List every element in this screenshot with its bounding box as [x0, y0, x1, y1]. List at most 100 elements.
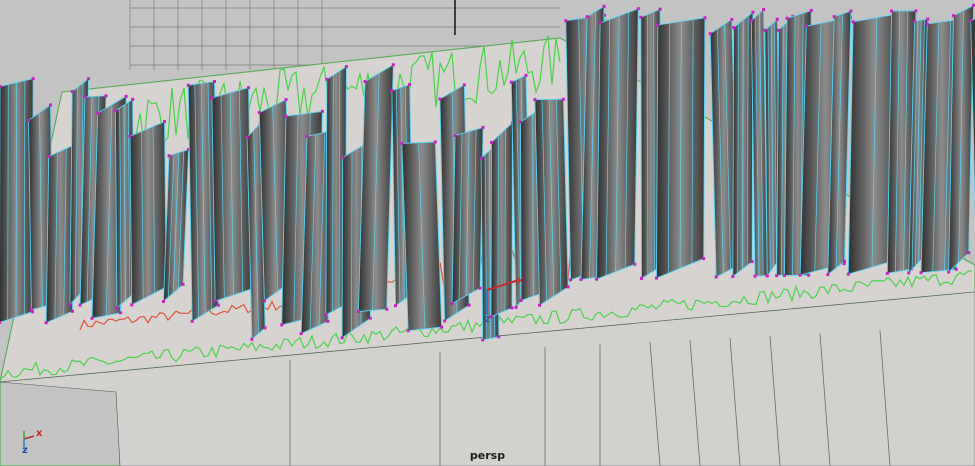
mesh-vertex: [78, 303, 82, 307]
mesh-vertex: [497, 335, 501, 339]
mesh-vertex: [533, 98, 537, 102]
mesh-vertex: [777, 28, 781, 32]
mesh-slab: [129, 120, 167, 306]
mesh-vertex: [919, 271, 923, 275]
mesh-vertex: [390, 89, 394, 93]
mesh-vertex: [400, 141, 404, 145]
mesh-vertex: [751, 10, 755, 14]
mesh-vertex: [257, 111, 261, 115]
mesh-vertex: [826, 273, 830, 277]
mesh-vertex: [907, 271, 911, 275]
mesh-vertex: [765, 274, 769, 278]
mesh-vertex: [86, 77, 90, 81]
mesh-vertex: [509, 80, 513, 84]
mesh-vertex: [406, 329, 410, 333]
axis-gizmo-x-label: x: [36, 428, 43, 439]
mesh-vertex: [510, 306, 514, 310]
mesh-vertex: [0, 84, 2, 88]
mesh-vertex: [70, 89, 74, 93]
mesh-vertex: [832, 15, 836, 19]
mesh-vertex: [438, 97, 442, 101]
mesh-vertex: [481, 338, 485, 342]
mesh-vertex: [602, 4, 606, 8]
mesh-vertex: [284, 98, 288, 102]
mesh-vertex: [391, 63, 395, 67]
mesh-vertex: [708, 32, 712, 36]
mesh-vertex: [31, 77, 35, 81]
mesh-vertex: [83, 95, 87, 99]
mesh-vertex: [284, 114, 288, 118]
mesh-vertex: [450, 302, 454, 306]
mesh-vertex: [579, 277, 583, 281]
mesh-vertex: [29, 308, 33, 312]
mesh-vertex: [462, 83, 466, 87]
mesh-vertex: [124, 94, 128, 98]
mesh-vertex: [849, 9, 853, 13]
mesh-vertex: [730, 17, 734, 21]
mesh-vertex: [636, 7, 640, 11]
mesh-vertex: [598, 21, 602, 25]
mesh-vertex: [167, 154, 171, 158]
mesh-vertex: [190, 319, 194, 323]
mesh-vertex: [280, 323, 284, 327]
mesh-vertex: [216, 303, 220, 307]
mesh-vertex: [479, 156, 483, 160]
mesh-vertex: [181, 282, 185, 286]
mesh-vertex: [569, 278, 573, 282]
mesh-vertex: [750, 260, 754, 264]
mesh-vertex: [640, 276, 644, 280]
mesh-vertex: [566, 285, 570, 289]
mesh-vertex: [753, 274, 757, 278]
mesh-vertex: [731, 275, 735, 279]
mesh-vertex: [49, 103, 53, 107]
maya-perspective-viewport[interactable]: z X x z persp: [0, 0, 975, 466]
mesh-vertex: [245, 135, 249, 139]
mesh-vertex: [115, 306, 119, 310]
mesh-vertex: [305, 134, 309, 138]
scene-canvas[interactable]: z X: [0, 0, 975, 466]
mesh-vertex: [639, 15, 643, 19]
mesh-vertex: [433, 140, 437, 144]
mesh-vertex: [885, 271, 889, 275]
mesh-vertex: [763, 28, 767, 32]
mesh-vertex: [368, 316, 372, 320]
mesh-vertex: [263, 326, 267, 330]
mesh-vertex: [340, 336, 344, 340]
mesh-vertex: [518, 120, 522, 124]
mesh-vertex: [131, 97, 135, 101]
mesh-vertex: [104, 94, 108, 98]
mesh-vertex: [914, 9, 918, 13]
mesh-vertex: [344, 65, 348, 69]
mesh-vertex: [119, 311, 123, 315]
mesh-vertex: [951, 14, 955, 18]
mesh-vertex: [478, 286, 482, 290]
mesh-vertex: [564, 19, 568, 23]
mesh-vertex: [27, 118, 31, 122]
mesh-vertex: [0, 320, 1, 324]
mesh-vertex: [299, 332, 303, 336]
mesh-vertex: [128, 134, 132, 138]
mesh-vertex: [561, 97, 565, 101]
mesh-vertex: [798, 273, 802, 277]
mesh-vertex: [68, 303, 72, 307]
mesh-vertex: [250, 337, 254, 341]
mesh-vertex: [967, 251, 971, 255]
mesh-vertex: [524, 73, 528, 77]
mesh-vertex: [926, 17, 930, 21]
camera-name-label: persp: [469, 449, 506, 462]
mesh-vertex: [326, 319, 330, 323]
mesh-vertex: [514, 305, 518, 309]
mesh-vertex: [47, 154, 51, 158]
mesh-vertex: [408, 82, 412, 86]
mesh-vertex: [809, 9, 813, 13]
mesh-vertex: [732, 26, 736, 30]
mesh-vertex: [656, 23, 660, 27]
mesh-vertex: [163, 120, 167, 124]
mesh-vertex: [90, 316, 94, 320]
mesh-vertex: [655, 276, 659, 280]
mesh-vertex: [714, 275, 718, 279]
mesh-vertex: [851, 20, 855, 24]
mesh-vertex: [489, 140, 493, 144]
mesh-vertex: [324, 313, 328, 317]
mesh-vertex: [658, 7, 662, 11]
